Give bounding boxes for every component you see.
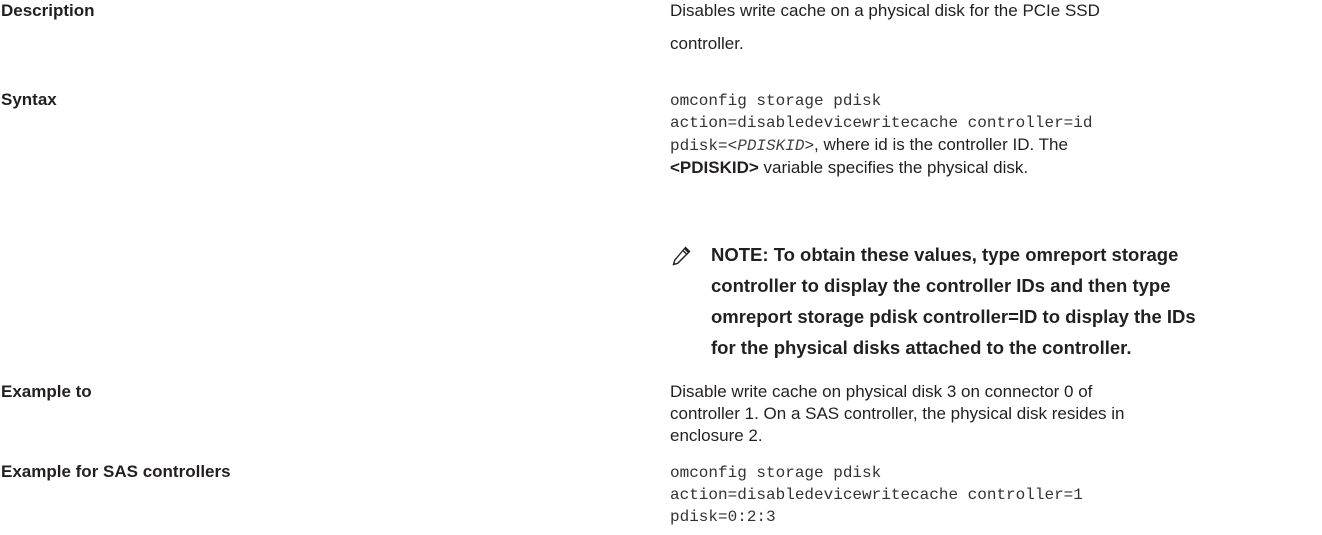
note-text: NOTE: To obtain these values, type omrep… bbox=[711, 239, 1311, 363]
note-line: omreport storage pdisk controller=ID to … bbox=[711, 306, 1196, 327]
syntax-line-4: <PDISKID> variable specifies the physica… bbox=[670, 157, 1310, 179]
note-line: for the physical disks attached to the c… bbox=[711, 337, 1132, 358]
syntax-line-3: pdisk=<PDISKID>, where id is the control… bbox=[670, 134, 1310, 157]
example-sas-code-line: pdisk=0:2:3 bbox=[670, 508, 776, 526]
example-sas-code-line: action=disabledevicewritecache controlle… bbox=[670, 486, 1083, 504]
syntax-code-line: omconfig storage pdisk bbox=[670, 92, 882, 110]
example-to-line: enclosure 2. bbox=[670, 426, 763, 445]
pencil-note-icon bbox=[670, 245, 692, 267]
description-text: Disables write cache on a physical disk … bbox=[670, 0, 1310, 60]
syntax-code-prefix: pdisk=< bbox=[670, 137, 738, 155]
example-to-text: Disable write cache on physical disk 3 o… bbox=[670, 381, 1310, 447]
example-to-line: Disable write cache on physical disk 3 o… bbox=[670, 382, 1093, 401]
description-line: controller. bbox=[670, 34, 744, 53]
note-line: controller to display the controller IDs… bbox=[711, 275, 1171, 296]
syntax-variable-explanation: variable specifies the physical disk. bbox=[758, 158, 1029, 177]
example-to-line: controller 1. On a SAS controller, the p… bbox=[670, 404, 1125, 423]
syntax-variable-name: <PDISKID> bbox=[670, 158, 759, 177]
description-line: Disables write cache on a physical disk … bbox=[670, 1, 1100, 20]
syntax-text: omconfig storage pdisk action=disabledev… bbox=[670, 90, 1310, 179]
syntax-explanation: , where id is the controller ID. The bbox=[814, 135, 1068, 154]
syntax-code-suffix: > bbox=[804, 137, 815, 155]
note-line: NOTE: To obtain these values, type omrep… bbox=[711, 244, 1179, 265]
example-sas-label: Example for SAS controllers bbox=[1, 462, 231, 481]
syntax-code-line: action=disabledevicewritecache controlle… bbox=[670, 114, 1093, 132]
example-sas-code: omconfig storage pdisk action=disabledev… bbox=[670, 462, 1310, 528]
syntax-label: Syntax bbox=[1, 90, 57, 109]
example-sas-code-line: omconfig storage pdisk bbox=[670, 464, 882, 482]
description-label: Description bbox=[1, 1, 95, 20]
syntax-code-variable: PDISKID bbox=[737, 137, 805, 155]
example-to-label: Example to bbox=[1, 382, 92, 401]
